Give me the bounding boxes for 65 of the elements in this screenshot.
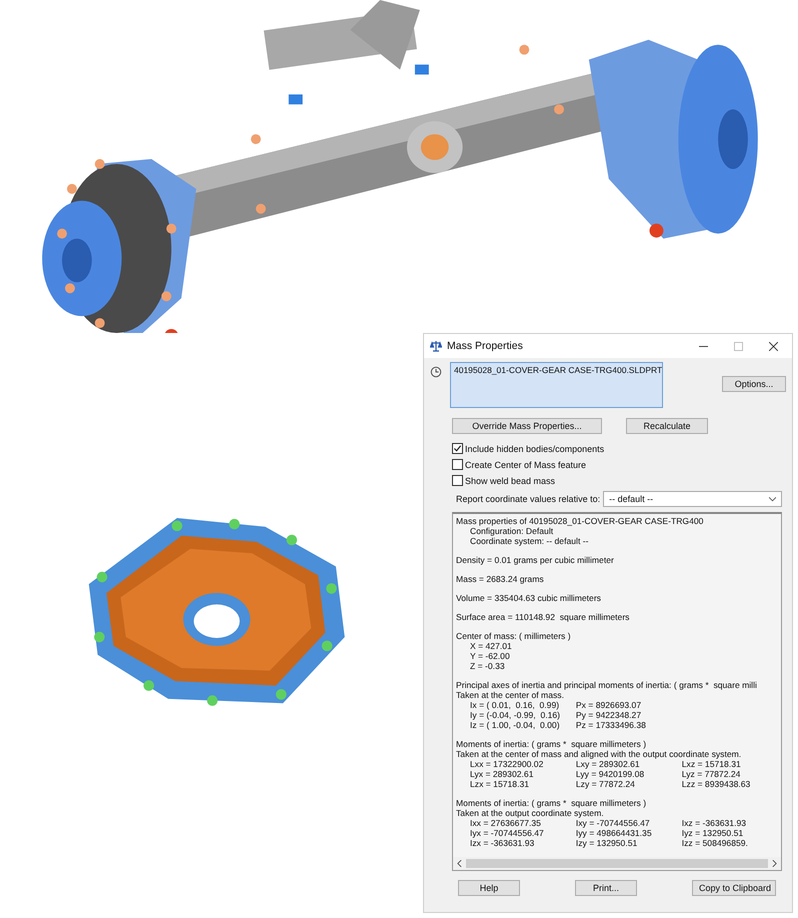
selection-list[interactable]: 40195028_01-COVER-GEAR CASE-TRG400.SLDPRT — [450, 362, 663, 408]
report-line: X = 427.01 — [469, 641, 513, 651]
report-line: Coordinate system: -- default -- — [469, 536, 590, 546]
report-line: Density = 0.01 grams per cubic millimeter — [456, 555, 615, 565]
report-value: Ixx = 27636677.35 — [470, 818, 542, 828]
report-value: Lyx = 289302.61 — [470, 769, 534, 779]
checkbox[interactable] — [452, 475, 463, 486]
checkbox-label: Show weld bead mass — [465, 476, 556, 486]
report-line: Taken at the center of mass and aligned with the output coordinate system. — [456, 749, 742, 759]
report-line: Moments of inertia: ( grams * square millimeters ) — [456, 739, 648, 749]
coordinate-label: Report coordinate values relative to: — [456, 494, 600, 504]
report-value: Pz = 17333496.38 — [576, 720, 647, 730]
checkbox-label: Create Center of Mass feature — [465, 460, 586, 470]
report-value: Lzx = 15718.31 — [470, 779, 530, 789]
report-line: Surface area = 110148.92 square millimeters — [456, 612, 630, 622]
checkbox[interactable] — [452, 443, 463, 454]
report-value: Lzy = 77872.24 — [576, 779, 636, 789]
report-value: Lxx = 17322900.02 — [470, 759, 544, 769]
report-value: Izz = 508496859. — [682, 838, 749, 848]
report-value: Ixz = -363631.93 — [682, 818, 748, 828]
recalculate-button[interactable]: Recalculate — [626, 418, 708, 434]
close-icon[interactable] — [769, 342, 778, 350]
report-value: Iz = ( 1.00, -0.04, 0.00) — [470, 720, 561, 730]
report-line: Y = -62.00 — [469, 651, 511, 661]
report-value: Lxy = 289302.61 — [576, 759, 641, 769]
horizontal-scrollbar[interactable] — [453, 857, 781, 870]
checkbox[interactable] — [452, 459, 463, 470]
scroll-right-icon[interactable] — [772, 860, 777, 867]
window-title: Mass Properties — [447, 340, 524, 352]
report-line: Taken at the center of mass. — [456, 690, 565, 700]
checkbox-label: Include hidden bodies/components — [465, 444, 604, 454]
scrollbar-thumb[interactable] — [466, 859, 768, 868]
report-value: Izy = 132950.51 — [576, 838, 638, 848]
report-value: Lyy = 9420199.08 — [576, 769, 646, 779]
report-line: Taken at the output coordinate system. — [456, 808, 605, 818]
override-mass-properties-button[interactable]: Override Mass Properties... — [452, 418, 602, 434]
report-line: Principal axes of inertia and principal moments of inertia: ( grams * square milli — [456, 680, 758, 690]
report-line: Center of mass: ( millimeters ) — [456, 631, 572, 641]
help-button[interactable]: Help — [458, 880, 520, 896]
report-line: Z = -0.33 — [469, 661, 506, 671]
report-value: Ixy = -70744556.47 — [576, 818, 651, 828]
report-value: Lyz = 77872.24 — [682, 769, 742, 779]
print-button[interactable]: Print... — [575, 880, 637, 896]
report-value: Py = 9422348.27 — [576, 710, 642, 720]
report-line: Configuration: Default — [469, 526, 554, 536]
report-value: Lxz = 15718.31 — [682, 759, 742, 769]
scale-icon — [430, 340, 442, 352]
report-value: Iyx = -70744556.47 — [470, 828, 545, 838]
report-value: Lzz = 8939438.63 — [682, 779, 752, 789]
report-line: Moments of inertia: ( grams * square millimeters ) — [456, 798, 648, 808]
caret-icon — [769, 496, 776, 502]
coordinate-dropdown[interactable]: -- default -- — [603, 491, 782, 507]
report-value: Izx = -363631.93 — [470, 838, 536, 848]
report-value: Iyz = 132950.51 — [682, 828, 744, 838]
report-value: Ix = ( 0.01, 0.16, 0.99) — [470, 700, 560, 710]
report-value: Px = 8926693.07 — [576, 700, 642, 710]
report-line: Mass = 2683.24 grams — [456, 574, 545, 584]
report-value: Iy = (-0.04, -0.99, 0.16) — [470, 710, 562, 720]
scroll-left-icon[interactable] — [457, 860, 462, 867]
copy-to-clipboard-button[interactable]: Copy to Clipboard — [692, 880, 776, 896]
options-button[interactable]: Options... — [722, 376, 786, 392]
report-line: Volume = 335404.63 cubic millimeters — [456, 593, 602, 603]
report-value: Iyy = 498664431.35 — [576, 828, 653, 838]
clock-icon — [430, 366, 442, 378]
report-line: Mass properties of 40195028_01-COVER-GEAR CASE-TRG400 — [456, 516, 704, 526]
